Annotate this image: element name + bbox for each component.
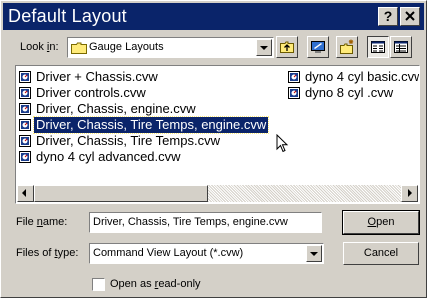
file-list-item-label: Driver + Chassis.cvw: [36, 69, 158, 84]
layout-file-icon: [288, 87, 300, 99]
files-of-type-dropdown-button[interactable]: [306, 245, 322, 262]
cancel-button[interactable]: Cancel: [343, 242, 419, 265]
folder-icon: [71, 42, 87, 54]
file-list-item-label: dyno 4 cyl basic.cvw: [305, 69, 420, 84]
file-list[interactable]: Driver + Chassis.cvw Driver controls.cvw D…: [15, 65, 420, 204]
layout-file-icon: [19, 87, 31, 99]
open-read-only-label[interactable]: Open as read-only: [110, 278, 201, 290]
open-read-only-checkbox[interactable]: [92, 278, 105, 291]
close-button[interactable]: [400, 7, 420, 26]
look-in-label: Look in:: [20, 41, 59, 53]
look-in-select[interactable]: Gauge Layouts: [67, 37, 274, 58]
file-list-item-label: Driver, Chassis, Tire Temps.cvw: [36, 133, 220, 148]
file-list-item-label: Driver, Chassis, engine.cvw: [36, 101, 196, 116]
layout-file-icon: [19, 151, 31, 163]
open-button[interactable]: Open: [342, 210, 420, 235]
dialog-title: Default Layout: [8, 6, 127, 26]
files-of-type-select[interactable]: Command View Layout (*.cvw): [89, 243, 324, 264]
up-one-level-button[interactable]: [276, 36, 298, 58]
layout-file-icon: [19, 135, 31, 147]
mouse-cursor-icon: [276, 134, 289, 153]
details-view-icon: [394, 41, 408, 53]
files-of-type-value: Command View Layout (*.cvw): [93, 247, 244, 259]
file-list-item-label: Driver, Chassis, Tire Temps, engine.cvw: [32, 116, 270, 134]
look-in-dropdown-button[interactable]: [256, 39, 272, 56]
scroll-right-button[interactable]: [401, 185, 418, 202]
help-button[interactable]: ?: [378, 7, 398, 26]
file-list-item-label: dyno 8 cyl .cvw: [305, 85, 394, 100]
horizontal-scrollbar[interactable]: [17, 185, 418, 202]
title-bar[interactable]: Default Layout ?: [3, 3, 424, 30]
layout-file-icon: [19, 103, 31, 115]
desktop-icon: [311, 41, 325, 53]
file-name-field[interactable]: [89, 212, 322, 233]
layout-file-icon: [19, 119, 31, 131]
layout-file-icon: [19, 71, 31, 83]
files-of-type-label: Files of type:: [16, 247, 79, 259]
details-view-button[interactable]: [390, 36, 412, 58]
file-list-item-label: dyno 4 cyl advanced.cvw: [36, 149, 181, 164]
new-folder-icon: [340, 39, 354, 54]
look-in-value: Gauge Layouts: [89, 41, 164, 53]
file-name-label: File name:: [16, 216, 68, 228]
scrollbar-thumb[interactable]: [34, 185, 208, 202]
desktop-button[interactable]: [307, 36, 329, 58]
list-view-icon: [371, 41, 385, 53]
file-list-item-label: Driver controls.cvw: [36, 85, 146, 100]
new-folder-button[interactable]: [336, 36, 358, 58]
up-one-level-icon: [280, 41, 294, 53]
close-icon: [405, 11, 415, 21]
scroll-left-button[interactable]: [17, 185, 34, 202]
list-view-button[interactable]: [367, 36, 389, 58]
open-dialog: Default Layout ? Look in: Gauge Layouts: [0, 0, 427, 298]
layout-file-icon: [288, 71, 300, 83]
file-name-input[interactable]: [93, 216, 313, 228]
